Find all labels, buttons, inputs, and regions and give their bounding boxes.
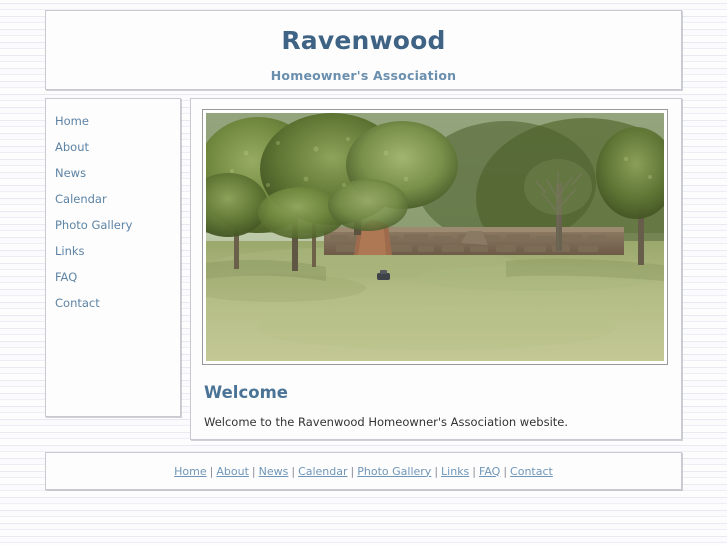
sidebar-item-home[interactable]: Home xyxy=(46,108,180,134)
footer-link-calendar[interactable]: Calendar xyxy=(298,465,347,478)
footer-nav: Home | About | News | Calendar | Photo Gallery | L… xyxy=(174,465,553,478)
sidebar-nav: Home About News Calendar Photo Gallery L… xyxy=(45,98,181,417)
sidebar-link-photo-gallery[interactable]: Photo Gallery xyxy=(46,212,180,238)
sidebar-item-about[interactable]: About xyxy=(46,134,180,160)
sidebar-item-calendar[interactable]: Calendar xyxy=(46,186,180,212)
sidebar-list: Home About News Calendar Photo Gallery L… xyxy=(46,99,180,316)
page-body-text: Welcome to the Ravenwood Homeowner's Ass… xyxy=(204,415,569,429)
footer-separator: | xyxy=(503,464,508,478)
sidebar-link-links[interactable]: Links xyxy=(46,238,180,264)
sidebar-link-calendar[interactable]: Calendar xyxy=(46,186,180,212)
footer-separator: | xyxy=(251,464,256,478)
sidebar-link-contact[interactable]: Contact xyxy=(46,290,180,316)
site-footer: Home | About | News | Calendar | Photo Gallery | L… xyxy=(45,452,682,490)
footer-separator: | xyxy=(434,464,439,478)
site-subtitle: Homeowner's Association xyxy=(270,68,457,83)
footer-link-faq[interactable]: FAQ xyxy=(479,465,500,478)
footer-separator: | xyxy=(291,464,296,478)
footer-separator: | xyxy=(472,464,477,478)
sidebar-item-links[interactable]: Links xyxy=(46,238,180,264)
site-title: Ravenwood xyxy=(281,26,446,55)
hero-photo xyxy=(206,113,664,361)
sidebar-link-about[interactable]: About xyxy=(46,134,180,160)
page-title: Welcome xyxy=(204,383,288,402)
footer-link-photo-gallery[interactable]: Photo Gallery xyxy=(357,465,431,478)
footer-link-contact[interactable]: Contact xyxy=(510,465,553,478)
footer-link-home[interactable]: Home xyxy=(174,465,206,478)
sidebar-item-news[interactable]: News xyxy=(46,160,180,186)
sidebar-link-home[interactable]: Home xyxy=(46,108,180,134)
footer-link-about[interactable]: About xyxy=(216,465,249,478)
main-content: Welcome Welcome to the Ravenwood Homeown… xyxy=(190,98,682,440)
sidebar-link-news[interactable]: News xyxy=(46,160,180,186)
footer-link-links[interactable]: Links xyxy=(441,465,469,478)
sidebar-item-photo-gallery[interactable]: Photo Gallery xyxy=(46,212,180,238)
footer-separator: | xyxy=(209,464,214,478)
sidebar-item-contact[interactable]: Contact xyxy=(46,290,180,316)
page-root: Ravenwood Homeowner's Association Home A… xyxy=(0,0,727,545)
site-header: Ravenwood Homeowner's Association xyxy=(45,10,682,90)
sidebar-item-faq[interactable]: FAQ xyxy=(46,264,180,290)
hero-photo-illustration xyxy=(206,113,664,361)
hero-photo-frame xyxy=(202,109,668,365)
footer-separator: | xyxy=(350,464,355,478)
sidebar-link-faq[interactable]: FAQ xyxy=(46,264,180,290)
footer-link-news[interactable]: News xyxy=(259,465,289,478)
